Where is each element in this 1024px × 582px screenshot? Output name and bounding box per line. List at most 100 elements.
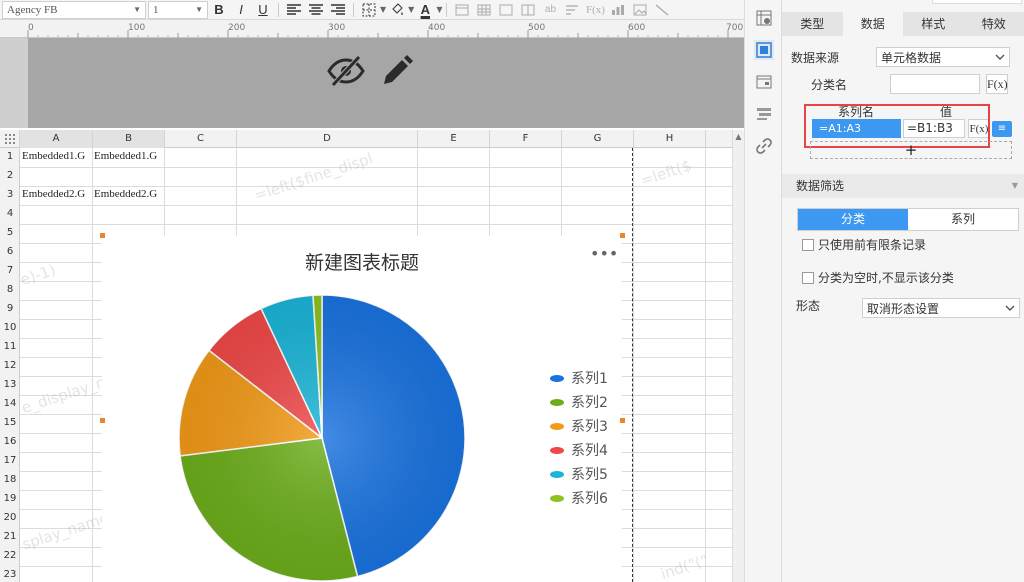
delete-series-icon[interactable]: ≡: [992, 121, 1012, 137]
add-series-button[interactable]: +: [810, 141, 1012, 159]
tab-type[interactable]: 类型: [782, 12, 843, 36]
abc-button[interactable]: ab: [540, 1, 560, 19]
underline-button[interactable]: U: [253, 1, 273, 19]
formula-button[interactable]: F(x): [584, 1, 606, 19]
bold-button[interactable]: B: [209, 1, 229, 19]
split-icon[interactable]: [518, 1, 538, 19]
row-header-6[interactable]: 6: [0, 246, 20, 257]
legend-item-4[interactable]: 系列4: [550, 440, 608, 460]
row-header-17[interactable]: 17: [0, 455, 20, 466]
shape-select[interactable]: 取消形态设置: [862, 298, 1020, 318]
chevron-down-icon[interactable]: ▼: [380, 5, 386, 14]
legend-item-2[interactable]: 系列2: [550, 392, 608, 412]
merge-icon[interactable]: [496, 1, 516, 19]
data-source-select[interactable]: 单元格数据: [876, 47, 1010, 67]
row-header-3[interactable]: 3: [0, 189, 20, 200]
panel-top-field[interactable]: [932, 0, 1022, 4]
cell-b3[interactable]: Embedded2.G: [94, 188, 157, 200]
data-filter-section[interactable]: 数据筛选 ▼: [782, 174, 1024, 198]
column-header-h[interactable]: H: [634, 130, 706, 148]
row-header-4[interactable]: 4: [0, 208, 20, 219]
row-header-11[interactable]: 11: [0, 341, 20, 352]
row-header-1[interactable]: 1: [0, 151, 20, 162]
row-header-7[interactable]: 7: [0, 265, 20, 276]
category-name-input[interactable]: [890, 74, 980, 94]
row-header-15[interactable]: 15: [0, 417, 20, 428]
align-center-icon[interactable]: [306, 1, 326, 19]
image-insert-icon[interactable]: [630, 1, 650, 19]
cell-a3[interactable]: Embedded2.G: [22, 188, 85, 200]
column-header-f[interactable]: F: [490, 130, 562, 148]
vertical-scrollbar[interactable]: ▲: [732, 130, 744, 582]
hide-icon[interactable]: [326, 54, 366, 88]
resize-handle-tr[interactable]: [619, 232, 626, 239]
column-header-b[interactable]: B: [93, 130, 165, 148]
segment-category[interactable]: 分类: [798, 209, 908, 230]
row-header-14[interactable]: 14: [0, 398, 20, 409]
column-header-a[interactable]: A: [20, 130, 93, 148]
widget-properties-icon[interactable]: [754, 40, 774, 60]
font-family-select[interactable]: Agency FB ▼: [2, 0, 146, 19]
legend-item-1[interactable]: 系列1: [550, 368, 608, 388]
column-header-g[interactable]: G: [562, 130, 634, 148]
row-header-8[interactable]: 8: [0, 284, 20, 295]
border-icon[interactable]: [359, 1, 379, 19]
row-header-10[interactable]: 10: [0, 322, 20, 333]
hyperlink-icon[interactable]: [754, 136, 774, 156]
text-wrap-icon[interactable]: [562, 1, 582, 19]
slash-icon[interactable]: [652, 1, 672, 19]
tab-data[interactable]: 数据: [842, 12, 903, 36]
row-header-19[interactable]: 19: [0, 493, 20, 504]
align-right-icon[interactable]: [328, 1, 348, 19]
row-header-20[interactable]: 20: [0, 512, 20, 523]
data-filter-label: 数据筛选: [796, 179, 845, 193]
chevron-down-icon[interactable]: ▼: [436, 5, 442, 14]
column-header-c[interactable]: C: [165, 130, 237, 148]
row-header-23[interactable]: 23: [0, 569, 20, 580]
column-header-e[interactable]: E: [418, 130, 490, 148]
float-element-icon[interactable]: [754, 72, 774, 92]
row-header-2[interactable]: 2: [0, 170, 20, 181]
pie-chart-widget[interactable]: 新建图表标题 ••• 系列1 系列2 系列3 系列4 系列5 系列6: [102, 236, 622, 582]
font-size-select[interactable]: 1 ▼: [148, 0, 208, 19]
chevron-down-icon[interactable]: ▼: [408, 5, 414, 14]
row-header-12[interactable]: 12: [0, 360, 20, 371]
checkbox-box[interactable]: [802, 271, 814, 284]
column-header-d[interactable]: D: [237, 130, 418, 148]
resize-handle-ml[interactable]: [99, 417, 106, 424]
cell-b1[interactable]: Embedded1.G: [94, 150, 157, 162]
legend-item-6[interactable]: 系列6: [550, 488, 608, 508]
row-header-5[interactable]: 5: [0, 227, 20, 238]
row-header-9[interactable]: 9: [0, 303, 20, 314]
condition-attribute-icon[interactable]: [754, 104, 774, 124]
font-color-button[interactable]: A: [415, 1, 435, 19]
cell-properties-icon[interactable]: [754, 8, 774, 28]
row-header-22[interactable]: 22: [0, 550, 20, 561]
only-limited-records-checkbox[interactable]: 只使用前有限条记录: [802, 236, 926, 253]
cell-a1[interactable]: Embedded1.G: [22, 150, 85, 162]
hide-empty-category-checkbox[interactable]: 分类为空时,不显示该分类: [802, 269, 954, 286]
resize-handle-tl[interactable]: [99, 232, 106, 239]
select-all-corner[interactable]: [0, 130, 20, 148]
resize-handle-mr[interactable]: [619, 417, 626, 424]
segment-series[interactable]: 系列: [908, 209, 1018, 230]
chart-insert-icon[interactable]: [608, 1, 628, 19]
row-header-13[interactable]: 13: [0, 379, 20, 390]
checkbox-box[interactable]: [802, 238, 814, 251]
collapse-icon[interactable]: ▼: [1012, 174, 1018, 198]
italic-button[interactable]: I: [231, 1, 251, 19]
scroll-up-icon[interactable]: ▲: [733, 132, 744, 141]
table-style-icon[interactable]: [452, 1, 472, 19]
legend-item-5[interactable]: 系列5: [550, 464, 608, 484]
row-header-16[interactable]: 16: [0, 436, 20, 447]
legend-item-3[interactable]: 系列3: [550, 416, 608, 436]
edit-pencil-icon[interactable]: [376, 54, 416, 88]
row-header-18[interactable]: 18: [0, 474, 20, 485]
grid-icon[interactable]: [474, 1, 494, 19]
tab-style[interactable]: 样式: [903, 12, 964, 36]
row-header-21[interactable]: 21: [0, 531, 20, 542]
align-left-icon[interactable]: [284, 1, 304, 19]
tab-effects[interactable]: 特效: [964, 12, 1024, 36]
fill-color-icon[interactable]: [387, 1, 407, 19]
category-fx-button[interactable]: F(x): [986, 74, 1008, 94]
